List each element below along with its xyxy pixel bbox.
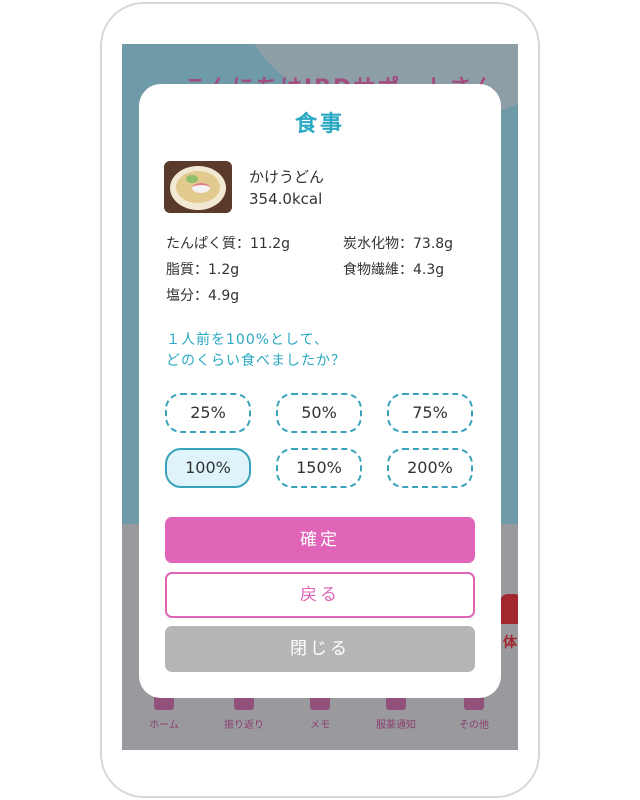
nutrient-protein: たんぱく質：11.2g: [166, 236, 291, 252]
nutrient-fat: 脂質：1.2g: [166, 262, 240, 278]
portion-question: １人前を100%として、 どのくらい食べましたか？: [166, 330, 346, 372]
nutrient-fiber: 食物繊維：4.3g: [343, 262, 445, 278]
tab-label: 振り返り: [224, 720, 264, 731]
udon-image: [164, 161, 232, 213]
portion-option-200[interactable]: 200%: [387, 448, 473, 488]
confirm-button[interactable]: 確定: [165, 517, 475, 563]
portion-option-50[interactable]: 50%: [276, 393, 362, 433]
nutrient-salt: 塩分：4.9g: [166, 288, 240, 304]
tab-label: その他: [459, 720, 489, 731]
portion-option-75[interactable]: 75%: [387, 393, 473, 433]
food-kcal: 354.0kcal: [249, 190, 323, 208]
tab-label: 服薬通知: [376, 720, 416, 731]
meal-modal: 食事 かけうどん 354.0kcal たんぱく質：11.2g 炭水化物：73.8…: [139, 84, 501, 698]
food-name: かけうどん: [249, 168, 325, 186]
portion-option-100[interactable]: 100%: [165, 448, 251, 488]
body-icon[interactable]: [500, 594, 518, 624]
modal-title: 食事: [294, 112, 345, 137]
back-button[interactable]: 戻る: [165, 572, 475, 618]
portion-option-150[interactable]: 150%: [276, 448, 362, 488]
portion-option-25[interactable]: 25%: [165, 393, 251, 433]
question-line-1: １人前を100%として、: [166, 332, 329, 348]
close-button[interactable]: 閉じる: [165, 626, 475, 672]
tab-label: メモ: [310, 720, 330, 731]
question-line-2: どのくらい食べましたか？: [166, 353, 346, 369]
tab-label: ホーム: [149, 720, 179, 731]
side-label: 体: [503, 635, 517, 651]
nutrient-carbohydrate: 炭水化物：73.8g: [343, 236, 454, 252]
